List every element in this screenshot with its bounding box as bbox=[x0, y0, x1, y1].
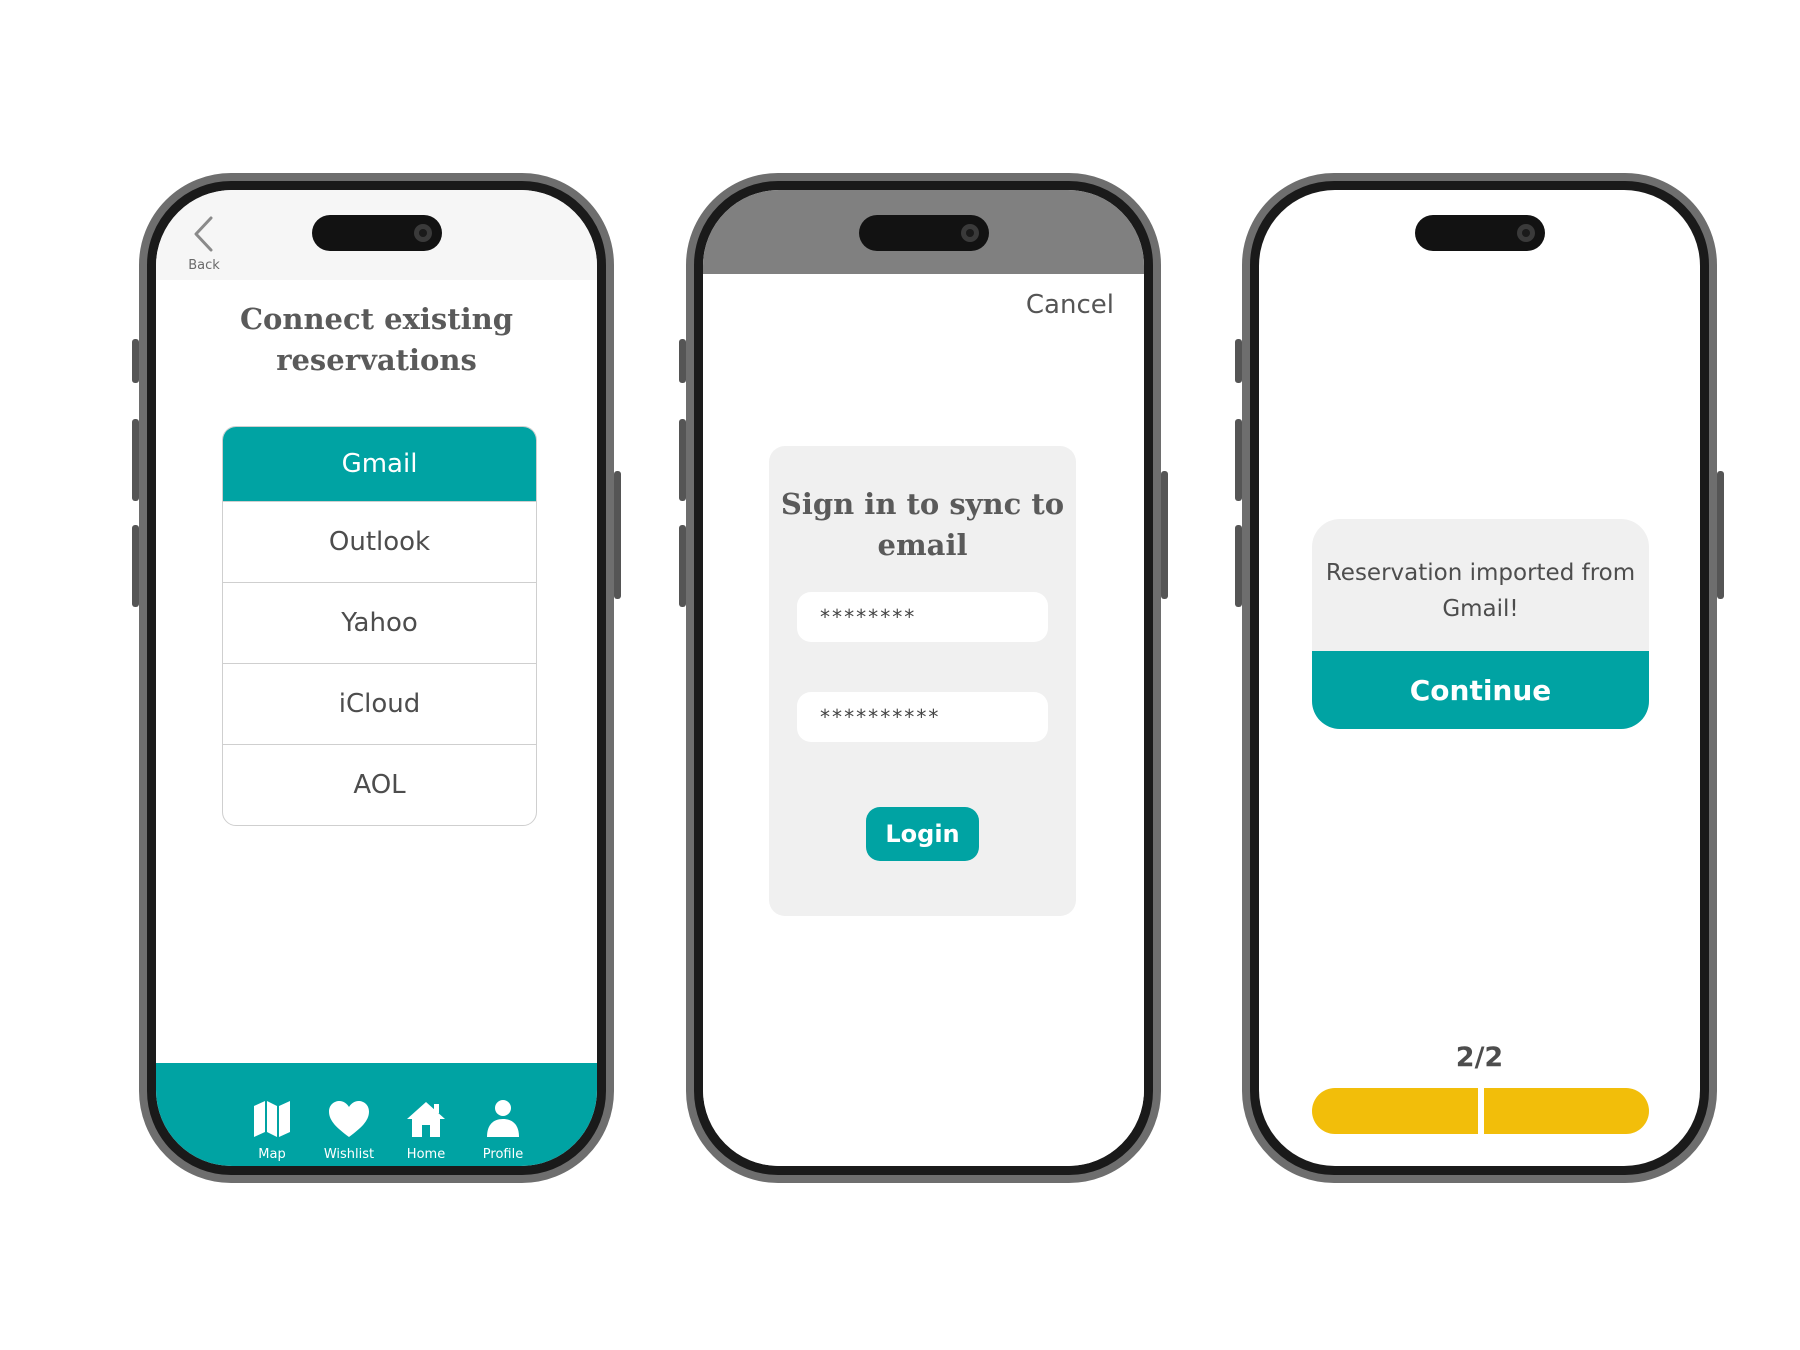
screen-connect-reservations: Back Connect existing reservations Gmail… bbox=[156, 190, 597, 1166]
login-button[interactable]: Login bbox=[866, 807, 979, 861]
continue-button[interactable]: Continue bbox=[1312, 651, 1649, 729]
tab-map-label: Map bbox=[258, 1147, 286, 1162]
tab-home[interactable]: Home bbox=[391, 1099, 461, 1162]
phone-power-button bbox=[614, 471, 621, 599]
mockup-stage: Back Connect existing reservations Gmail… bbox=[0, 0, 1800, 1350]
phone-import-success: Reservation imported from Gmail! Continu… bbox=[1235, 173, 1724, 1183]
heart-icon bbox=[329, 1101, 369, 1137]
phone-volume-down-button bbox=[679, 525, 686, 607]
progress-segment-1 bbox=[1312, 1088, 1478, 1134]
bottom-tab-bar: Map Wishlist Home Profile bbox=[156, 1063, 597, 1166]
sign-in-title: Sign in to sync to email bbox=[780, 487, 1065, 562]
tab-wishlist-label: Wishlist bbox=[323, 1147, 375, 1162]
phone-power-button bbox=[1161, 471, 1168, 599]
phone-volume-up-button bbox=[132, 419, 139, 501]
provider-gmail[interactable]: Gmail bbox=[223, 427, 536, 501]
camera-icon bbox=[1516, 224, 1535, 242]
map-icon bbox=[254, 1101, 290, 1137]
tab-home-label: Home bbox=[406, 1147, 446, 1162]
profile-icon bbox=[487, 1100, 519, 1137]
phone-volume-down-button bbox=[1235, 525, 1242, 607]
tab-profile[interactable]: Profile bbox=[468, 1099, 538, 1162]
screen-sign-in: Cancel Sign in to sync to email Login bbox=[703, 190, 1144, 1166]
phone-volume-up-button bbox=[1235, 419, 1242, 501]
provider-yahoo[interactable]: Yahoo bbox=[223, 582, 536, 663]
chevron-left-icon bbox=[194, 216, 213, 252]
progress-segment-2 bbox=[1483, 1088, 1649, 1134]
page-title: Connect existing reservations bbox=[239, 302, 514, 377]
screen-import-success: Reservation imported from Gmail! Continu… bbox=[1259, 190, 1700, 1166]
step-indicator: 2/2 bbox=[1455, 1042, 1504, 1073]
phone-side-button bbox=[679, 339, 686, 383]
dynamic-island bbox=[858, 215, 989, 251]
back-button[interactable]: Back bbox=[182, 208, 226, 273]
phone-side-button bbox=[132, 339, 139, 383]
sign-in-card: Sign in to sync to email Login bbox=[769, 446, 1076, 916]
phone-connect-reservations: Back Connect existing reservations Gmail… bbox=[132, 173, 621, 1183]
cancel-button[interactable]: Cancel bbox=[1026, 290, 1114, 320]
phone-power-button bbox=[1717, 471, 1724, 599]
phone-volume-down-button bbox=[132, 525, 139, 607]
dynamic-island bbox=[1414, 215, 1545, 251]
home-icon bbox=[407, 1102, 445, 1137]
dynamic-island bbox=[311, 215, 442, 251]
email-field[interactable] bbox=[797, 592, 1048, 642]
tab-wishlist[interactable]: Wishlist bbox=[314, 1099, 384, 1162]
phone-sign-in: Cancel Sign in to sync to email Login bbox=[679, 173, 1168, 1183]
import-message: Reservation imported from Gmail! bbox=[1325, 560, 1636, 622]
email-provider-list: Gmail Outlook Yahoo iCloud AOL bbox=[222, 426, 537, 826]
progress-bar bbox=[1312, 1088, 1649, 1134]
import-confirmation-card: Reservation imported from Gmail! Continu… bbox=[1312, 519, 1649, 729]
tab-profile-label: Profile bbox=[482, 1147, 524, 1162]
provider-outlook[interactable]: Outlook bbox=[223, 501, 536, 582]
password-field[interactable] bbox=[797, 692, 1048, 742]
camera-icon bbox=[960, 224, 979, 242]
tab-map[interactable]: Map bbox=[237, 1099, 307, 1162]
phone-side-button bbox=[1235, 339, 1242, 383]
camera-icon bbox=[413, 224, 432, 242]
phone-volume-up-button bbox=[679, 419, 686, 501]
provider-icloud[interactable]: iCloud bbox=[223, 663, 536, 744]
provider-aol[interactable]: AOL bbox=[223, 744, 536, 825]
back-label: Back bbox=[188, 258, 220, 273]
